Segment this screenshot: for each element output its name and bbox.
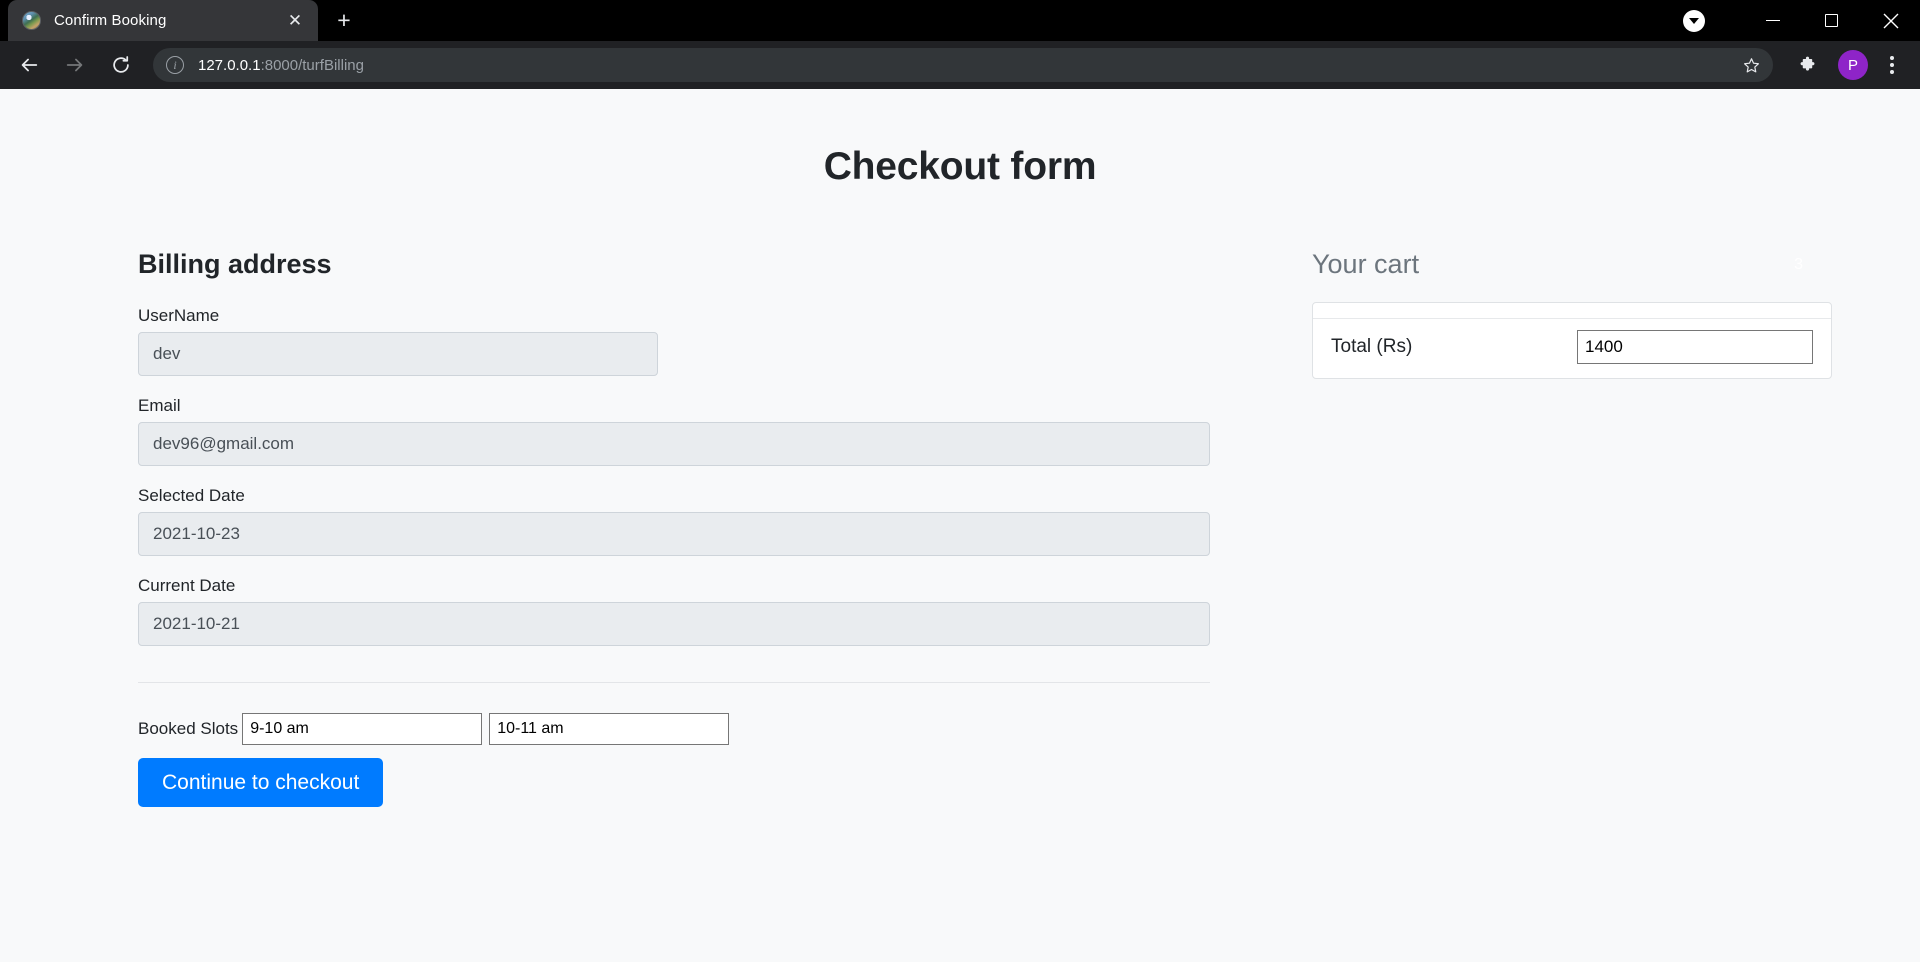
- kebab-dot: [1890, 56, 1894, 60]
- address-bar[interactable]: i 127.0.0.1:8000/turfBilling: [153, 48, 1773, 82]
- field-label-current-date: Current Date: [138, 576, 236, 595]
- field-label-username: UserName: [138, 306, 220, 325]
- current-date-input[interactable]: 2021-10-21: [138, 602, 1210, 646]
- field-username: UserName dev: [138, 306, 1210, 376]
- cart-list: Total (Rs): [1312, 302, 1832, 379]
- browser-titlebar: Confirm Booking ✕ +: [0, 0, 1920, 41]
- browser-toolbar: i 127.0.0.1:8000/turfBilling P: [0, 41, 1920, 89]
- field-label-selected-date: Selected Date: [138, 486, 245, 505]
- site-info-icon[interactable]: i: [166, 56, 184, 74]
- checkout-container: Checkout form Billing address UserName d…: [110, 89, 1832, 808]
- cart-total-input[interactable]: [1577, 330, 1813, 364]
- back-icon[interactable]: [9, 45, 49, 85]
- field-label-email: Email: [138, 396, 181, 415]
- forward-icon[interactable]: [55, 45, 95, 85]
- profile-avatar[interactable]: P: [1838, 50, 1868, 80]
- close-icon[interactable]: ✕: [282, 8, 308, 34]
- billing-address-section: Billing address UserName dev Email dev96…: [138, 249, 1210, 808]
- field-email: Email dev96@gmail.com: [138, 396, 1210, 466]
- browser-tab-confirm-booking[interactable]: Confirm Booking ✕: [8, 0, 318, 41]
- window-close-button[interactable]: [1861, 0, 1920, 41]
- field-current-date: Current Date 2021-10-21: [138, 576, 1210, 646]
- cart-total-label: Total (Rs): [1331, 336, 1413, 357]
- tab-strip: Confirm Booking ✕ +: [0, 0, 362, 41]
- url-host: 127.0.0.1: [198, 56, 261, 74]
- chevron-down-icon[interactable]: [1683, 9, 1705, 32]
- checkout-row: Billing address UserName dev Email dev96…: [110, 249, 1832, 808]
- section-divider: [138, 682, 1210, 683]
- booked-slots-row: Booked Slots: [138, 713, 1210, 745]
- bookmark-star-icon[interactable]: [1737, 51, 1765, 79]
- cart-header: Your cart 3: [1312, 249, 1832, 280]
- selected-date-input[interactable]: 2021-10-23: [138, 512, 1210, 556]
- booked-slot-input-1[interactable]: [242, 713, 483, 745]
- window-controls: [1683, 0, 1920, 41]
- reload-icon[interactable]: [101, 45, 141, 85]
- page-viewport: Checkout form Billing address UserName d…: [0, 89, 1920, 962]
- browser-window: Confirm Booking ✕ + i 127.0.0.1:8000/tur…: [0, 0, 1920, 962]
- globe-favicon-icon: [22, 11, 41, 30]
- address-bar-url: 127.0.0.1:8000/turfBilling: [198, 57, 1737, 74]
- cart-list-empty-row: [1313, 303, 1831, 319]
- maximize-button[interactable]: [1802, 0, 1861, 41]
- username-input[interactable]: dev: [138, 332, 658, 376]
- booked-slots-label: Booked Slots: [138, 719, 239, 738]
- browser-menu-icon[interactable]: [1874, 47, 1910, 83]
- page-title: Checkout form: [823, 145, 1097, 188]
- booked-slot-input-2[interactable]: [489, 713, 730, 745]
- continue-to-checkout-button[interactable]: Continue to checkout: [138, 758, 384, 808]
- tab-title: Confirm Booking: [54, 12, 167, 29]
- email-input[interactable]: dev96@gmail.com: [138, 422, 1210, 466]
- cart-total-row: Total (Rs): [1313, 319, 1831, 378]
- kebab-dot: [1890, 70, 1894, 74]
- new-tab-button[interactable]: +: [326, 2, 362, 38]
- kebab-dot: [1890, 63, 1894, 67]
- extensions-puzzle-icon[interactable]: [1788, 46, 1826, 84]
- cart-heading: Your cart: [1312, 249, 1420, 279]
- url-path: :8000/turfBilling: [260, 56, 364, 74]
- field-selected-date: Selected Date 2021-10-23: [138, 486, 1210, 556]
- billing-address-heading: Billing address: [138, 249, 332, 279]
- cart-section: Your cart 3 Total (Rs): [1210, 249, 1832, 807]
- cart-count-badge: 3: [1785, 253, 1812, 276]
- minimize-button[interactable]: [1743, 0, 1802, 41]
